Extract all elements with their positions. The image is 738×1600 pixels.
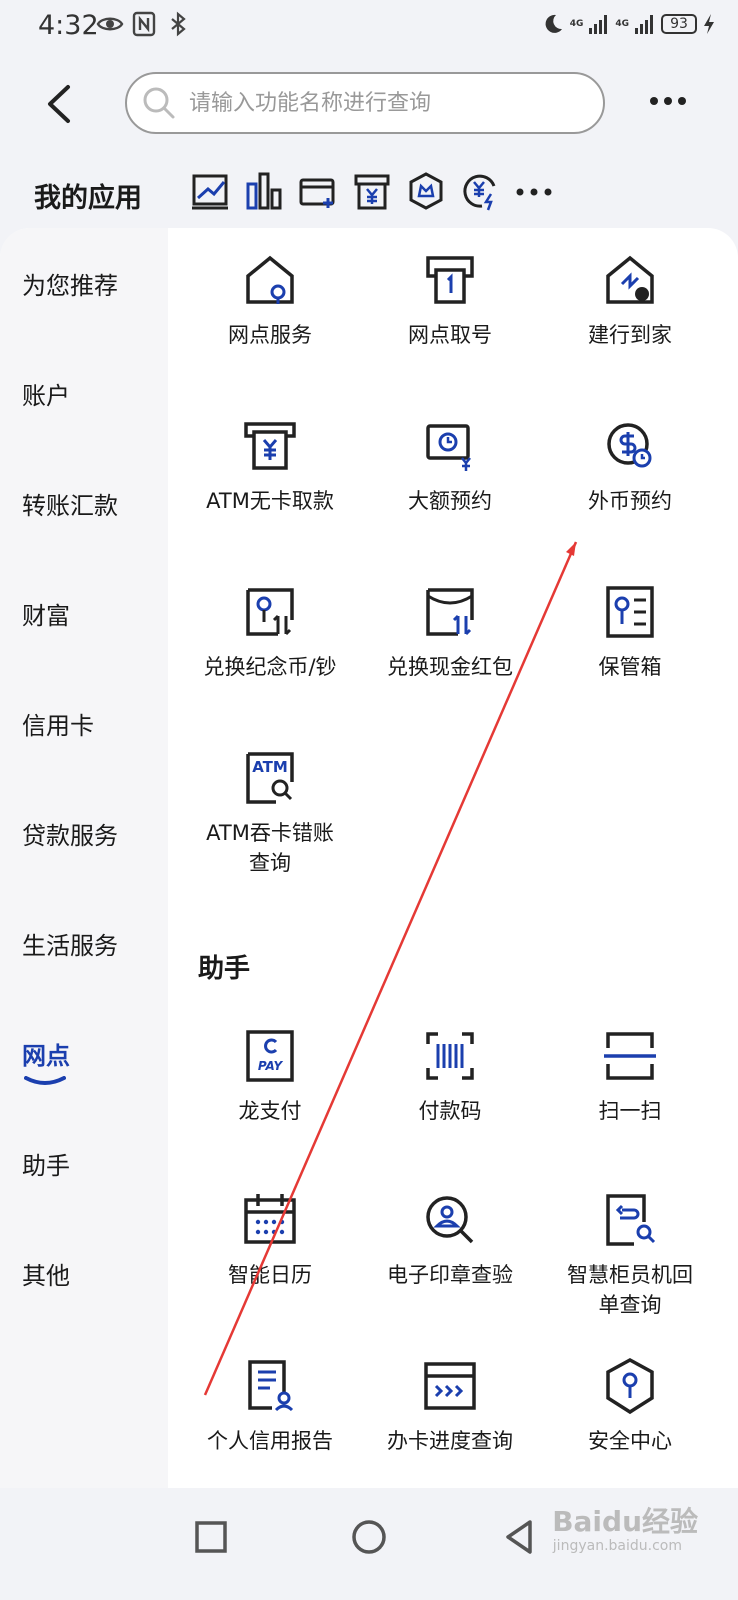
grid-item-card-progress[interactable]: 办卡进度查询 xyxy=(360,1356,540,1456)
red-packet-exchange-icon xyxy=(426,588,474,636)
search-icon xyxy=(143,87,175,119)
more-dots-icon[interactable] xyxy=(514,170,554,214)
grid-item-red-packet[interactable]: 兑换现金红包 xyxy=(360,582,540,682)
sidebar-item-loan[interactable]: 贷款服务 xyxy=(22,816,118,851)
network-label-2: 4G xyxy=(615,18,629,29)
sidebar-item-assistant[interactable]: 助手 xyxy=(22,1146,70,1181)
sidebar-item-credit-card[interactable]: 信用卡 xyxy=(22,706,94,741)
moon-icon xyxy=(545,14,562,33)
network-label-1: 4G xyxy=(569,18,584,29)
grid-item-atm-cardless[interactable]: ATM无卡取款 xyxy=(180,416,360,516)
recent-apps-icon[interactable] xyxy=(186,1512,236,1562)
status-time: 4:32 xyxy=(38,10,99,41)
grid-item-queue-ticket[interactable]: 网点取号 xyxy=(360,250,540,350)
receipt-search-icon xyxy=(606,1194,656,1246)
chart-trend-icon[interactable] xyxy=(190,170,230,214)
status-right: 4G 4G 93 xyxy=(541,12,716,36)
search-box[interactable] xyxy=(125,72,605,134)
category-sidebar: 为您推荐 账户 转账汇款 财富 信用卡 贷款服务 生活服务 网点 助手 其他 xyxy=(0,228,168,1488)
grid-item-security-center[interactable]: 安全中心 xyxy=(540,1356,720,1456)
safe-box-icon xyxy=(606,586,654,638)
sidebar-item-account[interactable]: 账户 xyxy=(22,376,70,411)
grid-item-credit-report[interactable]: 个人信用报告 xyxy=(180,1356,360,1456)
sidebar-item-transfer[interactable]: 转账汇款 xyxy=(22,486,118,521)
scan-icon xyxy=(604,1032,656,1080)
battery-indicator: 93 xyxy=(661,14,697,34)
foreign-currency-clock-icon xyxy=(607,423,652,468)
grid-item-safe-box[interactable]: 保管箱 xyxy=(540,582,720,682)
svg-text:ATM: ATM xyxy=(252,758,288,776)
calendar-icon xyxy=(244,1194,296,1244)
yuan-box-icon[interactable] xyxy=(352,170,392,214)
grid-item-smart-calendar[interactable]: 智能日历 xyxy=(180,1190,360,1290)
credit-report-icon xyxy=(248,1360,294,1412)
grid-item-branch-service[interactable]: 网点服务 xyxy=(180,250,360,350)
large-amount-clock-icon xyxy=(426,424,471,471)
function-grid: 网点服务 网点取号 建行到家 ATM无卡取款 大额预约 外币预约 兑换纪念币/钞 xyxy=(180,228,730,1488)
sidebar-item-life[interactable]: 生活服务 xyxy=(22,926,118,961)
sidebar-item-wealth[interactable]: 财富 xyxy=(22,596,70,631)
sidebar-item-branch-label: 网点 xyxy=(22,1042,70,1070)
crown-shield-icon[interactable] xyxy=(406,170,446,214)
bar-chart-icon[interactable] xyxy=(244,170,284,214)
svg-text:PAY: PAY xyxy=(258,1059,284,1073)
grid-item-long-pay[interactable]: PAY 龙支付 xyxy=(180,1026,360,1126)
bluetooth-icon xyxy=(171,11,186,37)
signal-icon-2 xyxy=(635,15,653,34)
atm-search-icon: ATM xyxy=(246,752,294,804)
signal-icon xyxy=(589,15,608,34)
security-shield-icon xyxy=(606,1358,654,1415)
house-location-icon xyxy=(246,255,294,304)
status-bar: 4:32 4G 4G 93 xyxy=(0,0,738,52)
back-nav-icon[interactable] xyxy=(496,1512,546,1562)
seal-check-icon xyxy=(426,1196,474,1244)
nfc-icon xyxy=(132,11,156,37)
active-indicator xyxy=(24,1076,66,1085)
barcode-scan-icon xyxy=(426,1032,474,1080)
grid-item-coin-exchange[interactable]: 兑换纪念币/钞 xyxy=(180,582,360,682)
house-delivery-icon xyxy=(606,255,654,304)
watermark-main: Baidu经验 xyxy=(552,1505,698,1538)
grid-item-scan[interactable]: 扫一扫 xyxy=(540,1026,720,1126)
status-left-icons xyxy=(96,10,192,38)
card-add-icon[interactable] xyxy=(298,170,338,214)
my-apps-title: 我的应用 xyxy=(34,183,142,214)
grid-item-payment-code[interactable]: 付款码 xyxy=(360,1026,540,1126)
grid-item-large-amount[interactable]: 大额预约 xyxy=(360,416,540,516)
sidebar-item-other[interactable]: 其他 xyxy=(22,1256,70,1291)
yuan-flash-icon[interactable] xyxy=(460,170,500,214)
coin-exchange-icon xyxy=(246,588,294,636)
sidebar-item-branch[interactable]: 网点 xyxy=(22,1036,70,1085)
grid-item-seal-check[interactable]: 电子印章查验 xyxy=(360,1190,540,1290)
sidebar-item-recommend[interactable]: 为您推荐 xyxy=(22,266,118,301)
charging-icon xyxy=(704,14,714,34)
grid-item-receipt-query[interactable]: 智慧柜员机回 单查询 xyxy=(540,1190,720,1320)
atm-cash-icon xyxy=(244,422,296,470)
grid-item-ccb-home[interactable]: 建行到家 xyxy=(540,250,720,350)
my-apps-shortcuts[interactable] xyxy=(190,170,554,214)
home-icon[interactable] xyxy=(344,1512,394,1562)
more-options-icon[interactable] xyxy=(648,92,688,110)
section-title-assistant: 助手 xyxy=(198,954,251,984)
watermark-sub: jingyan.baidu.com xyxy=(552,1538,682,1554)
card-progress-icon xyxy=(424,1362,476,1410)
grid-item-atm-query[interactable]: ATM ATM吞卡错账 查询 xyxy=(180,748,360,878)
queue-ticket-icon xyxy=(426,256,474,304)
search-input[interactable] xyxy=(189,90,579,116)
grid-item-foreign-currency[interactable]: 外币预约 xyxy=(540,416,720,516)
long-pay-icon: PAY xyxy=(246,1030,294,1082)
main-panel: 为您推荐 账户 转账汇款 财富 信用卡 贷款服务 生活服务 网点 助手 其他 网… xyxy=(0,228,738,1488)
eye-icon xyxy=(96,17,124,31)
back-arrow-icon[interactable] xyxy=(42,84,78,124)
